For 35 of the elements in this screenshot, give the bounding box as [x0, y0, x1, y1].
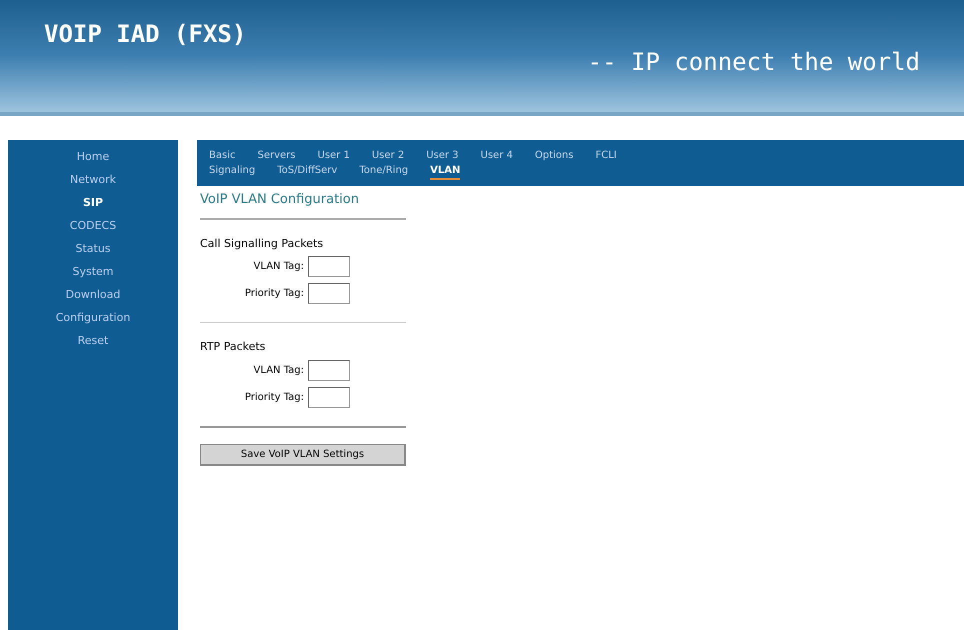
tab[interactable]: VLAN	[430, 163, 460, 180]
section-heading: RTP Packets	[200, 339, 266, 355]
sidebar-link[interactable]: Download	[66, 286, 120, 304]
header-slogan: -- IP connect the world	[588, 47, 920, 78]
tab[interactable]: ToS/DiffServ	[277, 163, 338, 180]
tab[interactable]: User 2	[372, 148, 404, 163]
input-field[interactable]	[308, 386, 350, 408]
sidebar-link[interactable]: Reset	[78, 332, 108, 350]
field-label: Priority Tag:	[244, 390, 304, 404]
tab[interactable]: Servers	[257, 148, 296, 163]
input-field[interactable]	[308, 283, 350, 304]
tab[interactable]: User 1	[318, 148, 350, 163]
tab[interactable]: Signaling	[209, 163, 256, 180]
field-label: VLAN Tag:	[254, 364, 304, 378]
field-label: Priority Tag:	[244, 287, 304, 301]
tab[interactable]: Tone/Ring	[359, 163, 408, 180]
sidebar-link[interactable]: Network	[70, 171, 116, 189]
input-field[interactable]	[308, 360, 350, 380]
tab[interactable]: FCLI	[595, 148, 617, 163]
sidebar-link[interactable]: System	[72, 263, 114, 281]
sidebar-link[interactable]: SIP	[82, 194, 104, 212]
tab[interactable]: Options	[534, 148, 574, 163]
header-title: VOIP IAD (FXS)	[44, 19, 246, 50]
page-title: VoIP VLAN Configuration	[200, 191, 360, 209]
tab[interactable]: User 3	[426, 148, 459, 163]
sidebar-link[interactable]: Home	[76, 148, 110, 166]
field-label: VLAN Tag:	[254, 260, 304, 274]
sidebar-link[interactable]: Configuration	[56, 309, 130, 327]
sidebar-link[interactable]: CODECS	[70, 217, 116, 235]
save-button[interactable]: Save VoIP VLAN Settings	[200, 444, 406, 466]
section-heading: Call Signalling Packets	[200, 236, 324, 252]
tab[interactable]: User 4	[480, 148, 513, 163]
input-field[interactable]	[308, 256, 350, 277]
sidebar-link[interactable]: Status	[75, 240, 111, 258]
tab[interactable]: Basic	[209, 148, 236, 163]
